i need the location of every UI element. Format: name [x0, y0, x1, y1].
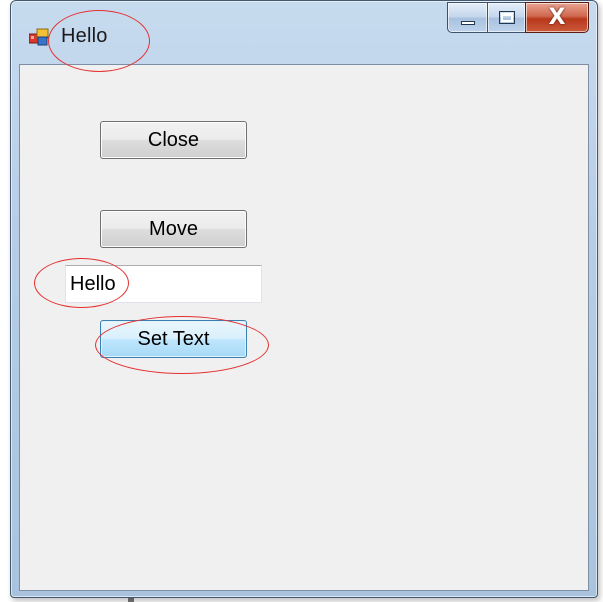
form-client-area: Close Move Hello Set Text — [19, 64, 589, 591]
maximize-icon — [499, 11, 515, 24]
form-app-icon[interactable] — [29, 28, 49, 46]
close-button[interactable]: Close — [100, 121, 247, 159]
title-bar[interactable]: Hello X — [11, 1, 597, 63]
caption-buttons: X — [447, 2, 589, 35]
minimize-button[interactable] — [447, 2, 487, 33]
close-icon: X — [548, 5, 566, 30]
set-text-button[interactable]: Set Text — [100, 320, 247, 358]
maximize-button[interactable] — [487, 2, 525, 33]
window-title: Hello — [61, 25, 108, 47]
minimize-icon — [461, 21, 475, 25]
close-window-button[interactable]: X — [525, 2, 589, 33]
move-button[interactable]: Move — [100, 210, 247, 248]
desktop-line — [128, 598, 134, 602]
text-input[interactable]: Hello — [65, 265, 262, 303]
form-window: Hello X Close Move Hello Set Text — [10, 0, 598, 598]
